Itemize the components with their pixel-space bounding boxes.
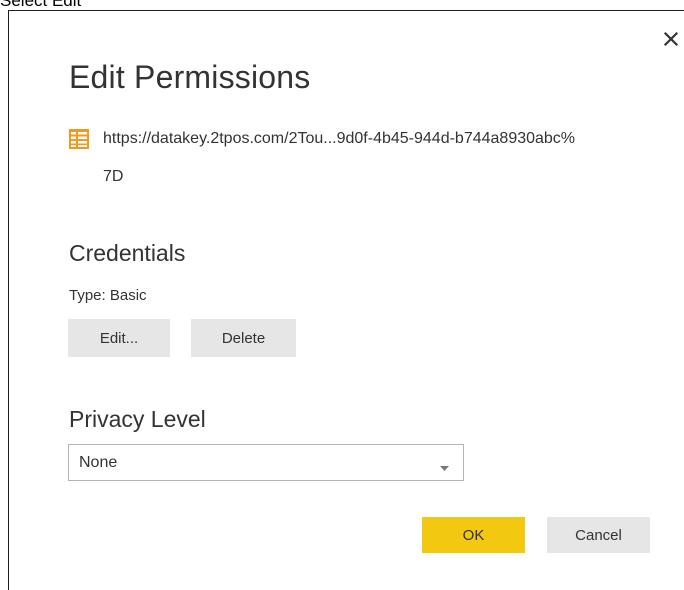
table-icon [69, 129, 89, 149]
screenshot-page: Select Edit Edit Permissions https://dat… [0, 0, 684, 590]
credentials-heading: Credentials [69, 240, 186, 266]
edit-permissions-dialog: Edit Permissions https://datakey.2tpos.c… [8, 10, 684, 590]
edit-credentials-button[interactable]: Edit... [68, 319, 170, 357]
data-source-url: https://datakey.2tpos.com/2Tou...9d0f-4b… [103, 130, 576, 185]
privacy-level-heading: Privacy Level [69, 406, 206, 432]
close-button[interactable] [661, 29, 683, 51]
close-icon [661, 29, 683, 51]
cancel-button[interactable]: Cancel [547, 517, 650, 553]
ok-button[interactable]: OK [422, 517, 525, 553]
delete-credentials-button[interactable]: Delete [191, 319, 296, 357]
chevron-down-icon [440, 459, 449, 471]
dialog-title: Edit Permissions [69, 59, 311, 95]
privacy-level-dropdown[interactable]: None [68, 444, 464, 481]
credential-type-label: Type: Basic [69, 287, 147, 304]
privacy-level-value: None [79, 454, 118, 471]
